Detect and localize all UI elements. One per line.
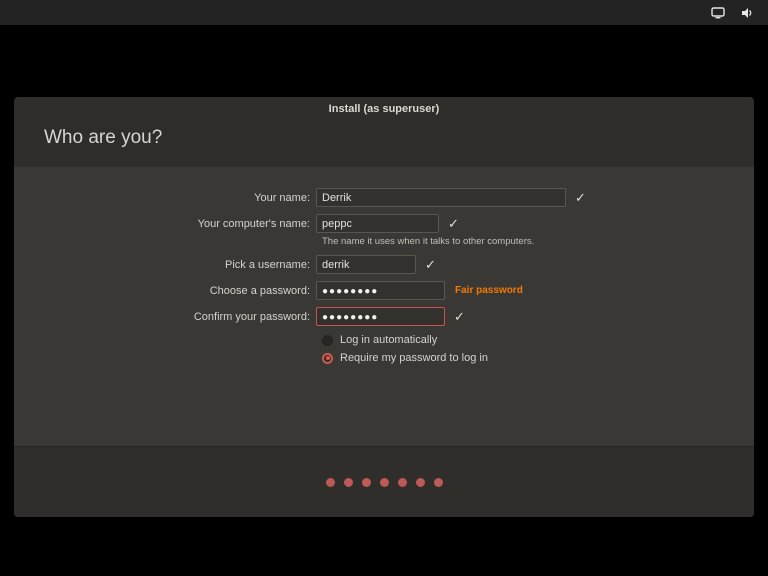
form-row-username: Pick a username: ✓ xyxy=(14,255,754,274)
password-input[interactable] xyxy=(316,281,445,300)
progress-dot xyxy=(362,478,371,487)
progress-dot xyxy=(416,478,425,487)
form-row-name: Your name: ✓ xyxy=(14,188,754,207)
form-row-password: Choose a password: Fair password xyxy=(14,281,754,300)
progress-dot xyxy=(380,478,389,487)
progress-dot xyxy=(398,478,407,487)
display-icon[interactable] xyxy=(711,7,725,19)
check-icon: ✓ xyxy=(448,217,459,230)
window-title: Install (as superuser) xyxy=(14,103,754,115)
check-icon: ✓ xyxy=(575,191,586,204)
progress-dot xyxy=(326,478,335,487)
radio-selected-icon xyxy=(322,353,333,364)
password-strength-text: Fair password xyxy=(455,285,523,296)
username-label: Pick a username: xyxy=(14,259,316,271)
your-name-input[interactable] xyxy=(316,188,566,207)
volume-icon[interactable] xyxy=(741,7,754,19)
form-panel: Your name: ✓ Your computer's name: ✓ The… xyxy=(14,167,754,446)
confirm-password-label: Confirm your password: xyxy=(14,311,316,323)
computer-name-helper-text: The name it uses when it talks to other … xyxy=(322,236,754,249)
username-input[interactable] xyxy=(316,255,416,274)
computer-name-input[interactable] xyxy=(316,214,439,233)
confirm-password-input[interactable] xyxy=(316,307,445,326)
progress-dot xyxy=(344,478,353,487)
check-icon: ✓ xyxy=(425,258,436,271)
computer-name-label: Your computer's name: xyxy=(14,218,316,230)
form-row-confirm-password: Confirm your password: ✓ xyxy=(14,307,754,326)
your-name-label: Your name: xyxy=(14,192,316,204)
top-panel xyxy=(0,0,768,25)
form-row-computer-name: Your computer's name: ✓ xyxy=(14,214,754,233)
radio-require-password[interactable]: Require my password to log in xyxy=(322,351,754,365)
password-label: Choose a password: xyxy=(14,285,316,297)
radio-unselected-icon xyxy=(322,335,333,346)
page-title: Who are you? xyxy=(44,127,162,149)
installer-window: Install (as superuser) Who are you? Your… xyxy=(14,97,754,517)
radio-login-automatically[interactable]: Log in automatically xyxy=(322,333,754,347)
who-are-you-form: Your name: ✓ Your computer's name: ✓ The… xyxy=(14,167,754,365)
progress-dot xyxy=(434,478,443,487)
progress-dots-bar xyxy=(14,446,754,517)
check-icon: ✓ xyxy=(454,310,465,323)
